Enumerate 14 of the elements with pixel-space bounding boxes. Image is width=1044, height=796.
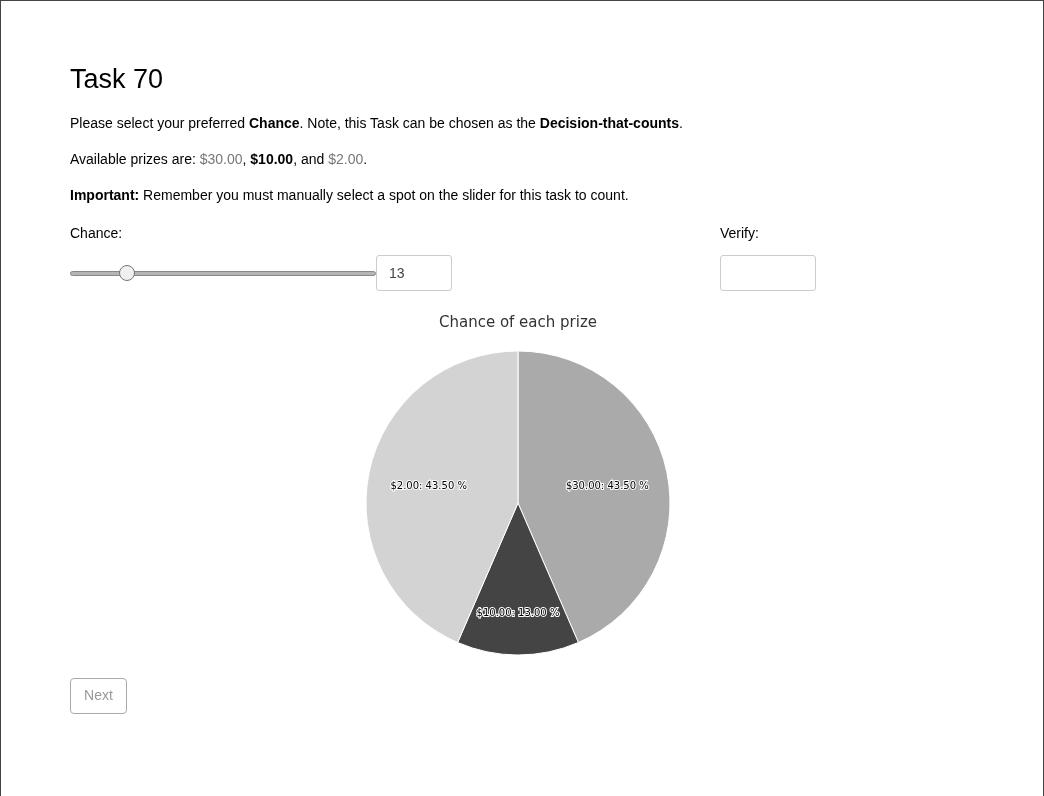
page-title: Task 70: [70, 63, 165, 96]
important-text: Important: Remember you must manually select a spot on the slider for this task to count.: [70, 186, 630, 205]
chance-input[interactable]: 13: [376, 255, 452, 291]
chance-label: Chance:: [70, 224, 124, 243]
slice-label: $10.00: 13.00 %: [476, 606, 560, 618]
prizes-text: Available prizes are: $30.00, $10.00, and $2.00.: [70, 150, 369, 169]
chance-slider[interactable]: [70, 265, 376, 281]
instructions-text: Please select your preferred Chance. Note, this Task can be chosen as the Decision-that-counts.: [70, 114, 684, 133]
slice-label: $2.00: 43.50 %: [390, 479, 467, 490]
chart-title: Chance of each prize: [438, 312, 598, 333]
verify-label: Verify:: [720, 224, 760, 243]
slice-label: $30.00: 43.50 %: [565, 479, 649, 490]
slider-thumb[interactable]: [119, 265, 136, 281]
verify-input[interactable]: [720, 255, 816, 291]
